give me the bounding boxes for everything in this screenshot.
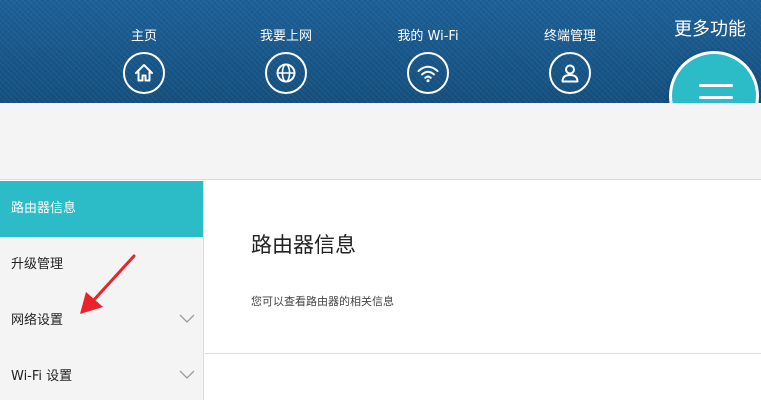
top-nav-bar: 主页 我要上网 我的 Wi-Fi 终端管理 更多功能	[0, 0, 761, 103]
nav-devices-label: 终端管理	[543, 29, 596, 44]
sidebar-item-router-info[interactable]: 路由器信息	[0, 181, 203, 237]
menu-icon	[699, 84, 733, 87]
nav-internet[interactable]: 我要上网	[236, 28, 336, 94]
sub-header-strip	[0, 103, 761, 180]
content-divider	[205, 353, 761, 354]
nav-home-label: 主页	[130, 29, 157, 44]
page-title: 路由器信息	[251, 233, 356, 257]
sidebar-item-label: 升级管理	[11, 257, 64, 272]
user-icon[interactable]	[549, 52, 591, 94]
chevron-down-icon[interactable]	[179, 370, 195, 380]
chevron-down-icon[interactable]	[179, 314, 195, 324]
nav-home[interactable]: 主页	[94, 28, 194, 94]
annotation-arrow-icon	[80, 254, 136, 314]
nav-wifi-label: 我的 Wi-Fi	[397, 29, 459, 44]
globe-icon[interactable]	[265, 52, 307, 94]
page-description: 您可以查看路由器的相关信息	[251, 295, 394, 308]
sidebar-item-label: Wi-Fi 设置	[11, 369, 73, 384]
nav-internet-label: 我要上网	[259, 29, 312, 44]
home-icon[interactable]	[123, 52, 165, 94]
sidebar-item-wifi-settings[interactable]: Wi-Fi 设置	[0, 349, 203, 400]
sidebar-item-label: 路由器信息	[11, 201, 77, 216]
nav-wifi[interactable]: 我的 Wi-Fi	[378, 28, 478, 94]
sidebar-item-label: 网络设置	[11, 313, 64, 328]
wifi-icon[interactable]	[407, 52, 449, 94]
nav-devices[interactable]: 终端管理	[520, 28, 620, 94]
more-features-label[interactable]: 更多功能	[674, 15, 746, 41]
